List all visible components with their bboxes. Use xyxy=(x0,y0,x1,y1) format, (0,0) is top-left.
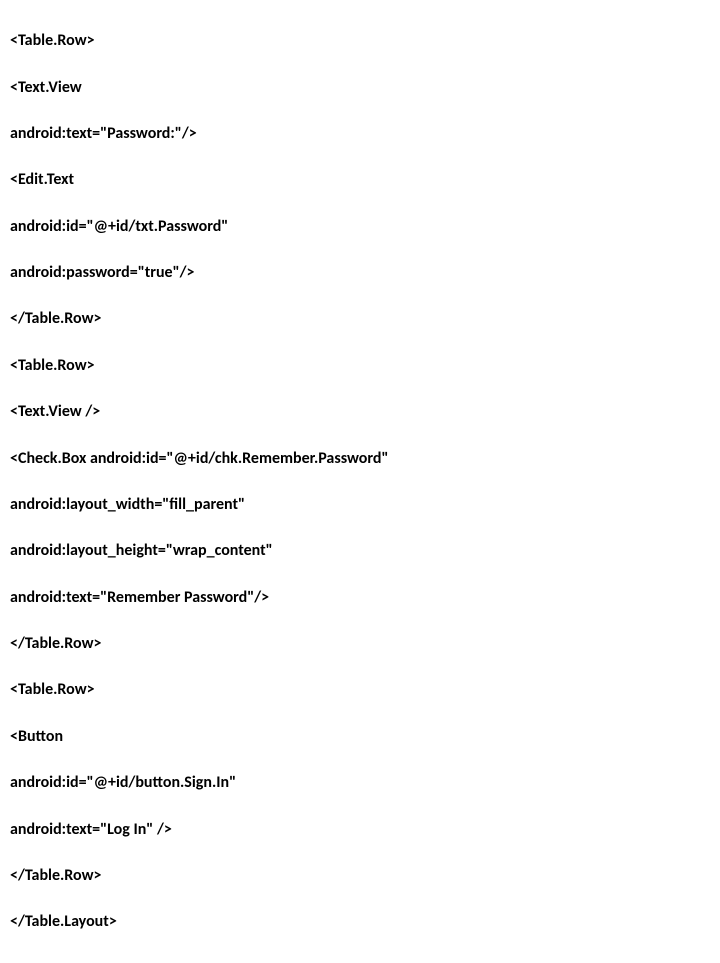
code-line: android:id="@+id/button.Sign.In" xyxy=(10,771,710,794)
code-line: <Button xyxy=(10,725,710,748)
code-snippet: <Table.Row> <Text.View android:text="Pas… xyxy=(0,0,720,963)
code-line: android:layout_width="fill_parent" xyxy=(10,493,710,516)
code-line: </Table.Row> xyxy=(10,632,710,655)
code-line: </Table.Layout> xyxy=(10,910,710,933)
code-line: android:layout_height="wrap_content" xyxy=(10,539,710,562)
code-line: <Text.View /> xyxy=(10,400,710,423)
code-line: android:password="true"/> xyxy=(10,261,710,284)
code-line: </Table.Row> xyxy=(10,307,710,330)
code-line: <Check.Box android:id="@+id/chk.Remember… xyxy=(10,447,710,470)
code-line: android:text="Remember Password"/> xyxy=(10,586,710,609)
code-line: <Table.Row> xyxy=(10,678,710,701)
code-line: <Table.Row> xyxy=(10,29,710,52)
code-line: <Edit.Text xyxy=(10,168,710,191)
code-line: <Table.Row> xyxy=(10,354,710,377)
code-line: android:id="@+id/txt.Password" xyxy=(10,215,710,238)
code-line: <Text.View xyxy=(10,76,710,99)
code-line: android:text="Password:"/> xyxy=(10,122,710,145)
code-line: android:text="Log In" /> xyxy=(10,818,710,841)
code-line: </Table.Row> xyxy=(10,864,710,887)
